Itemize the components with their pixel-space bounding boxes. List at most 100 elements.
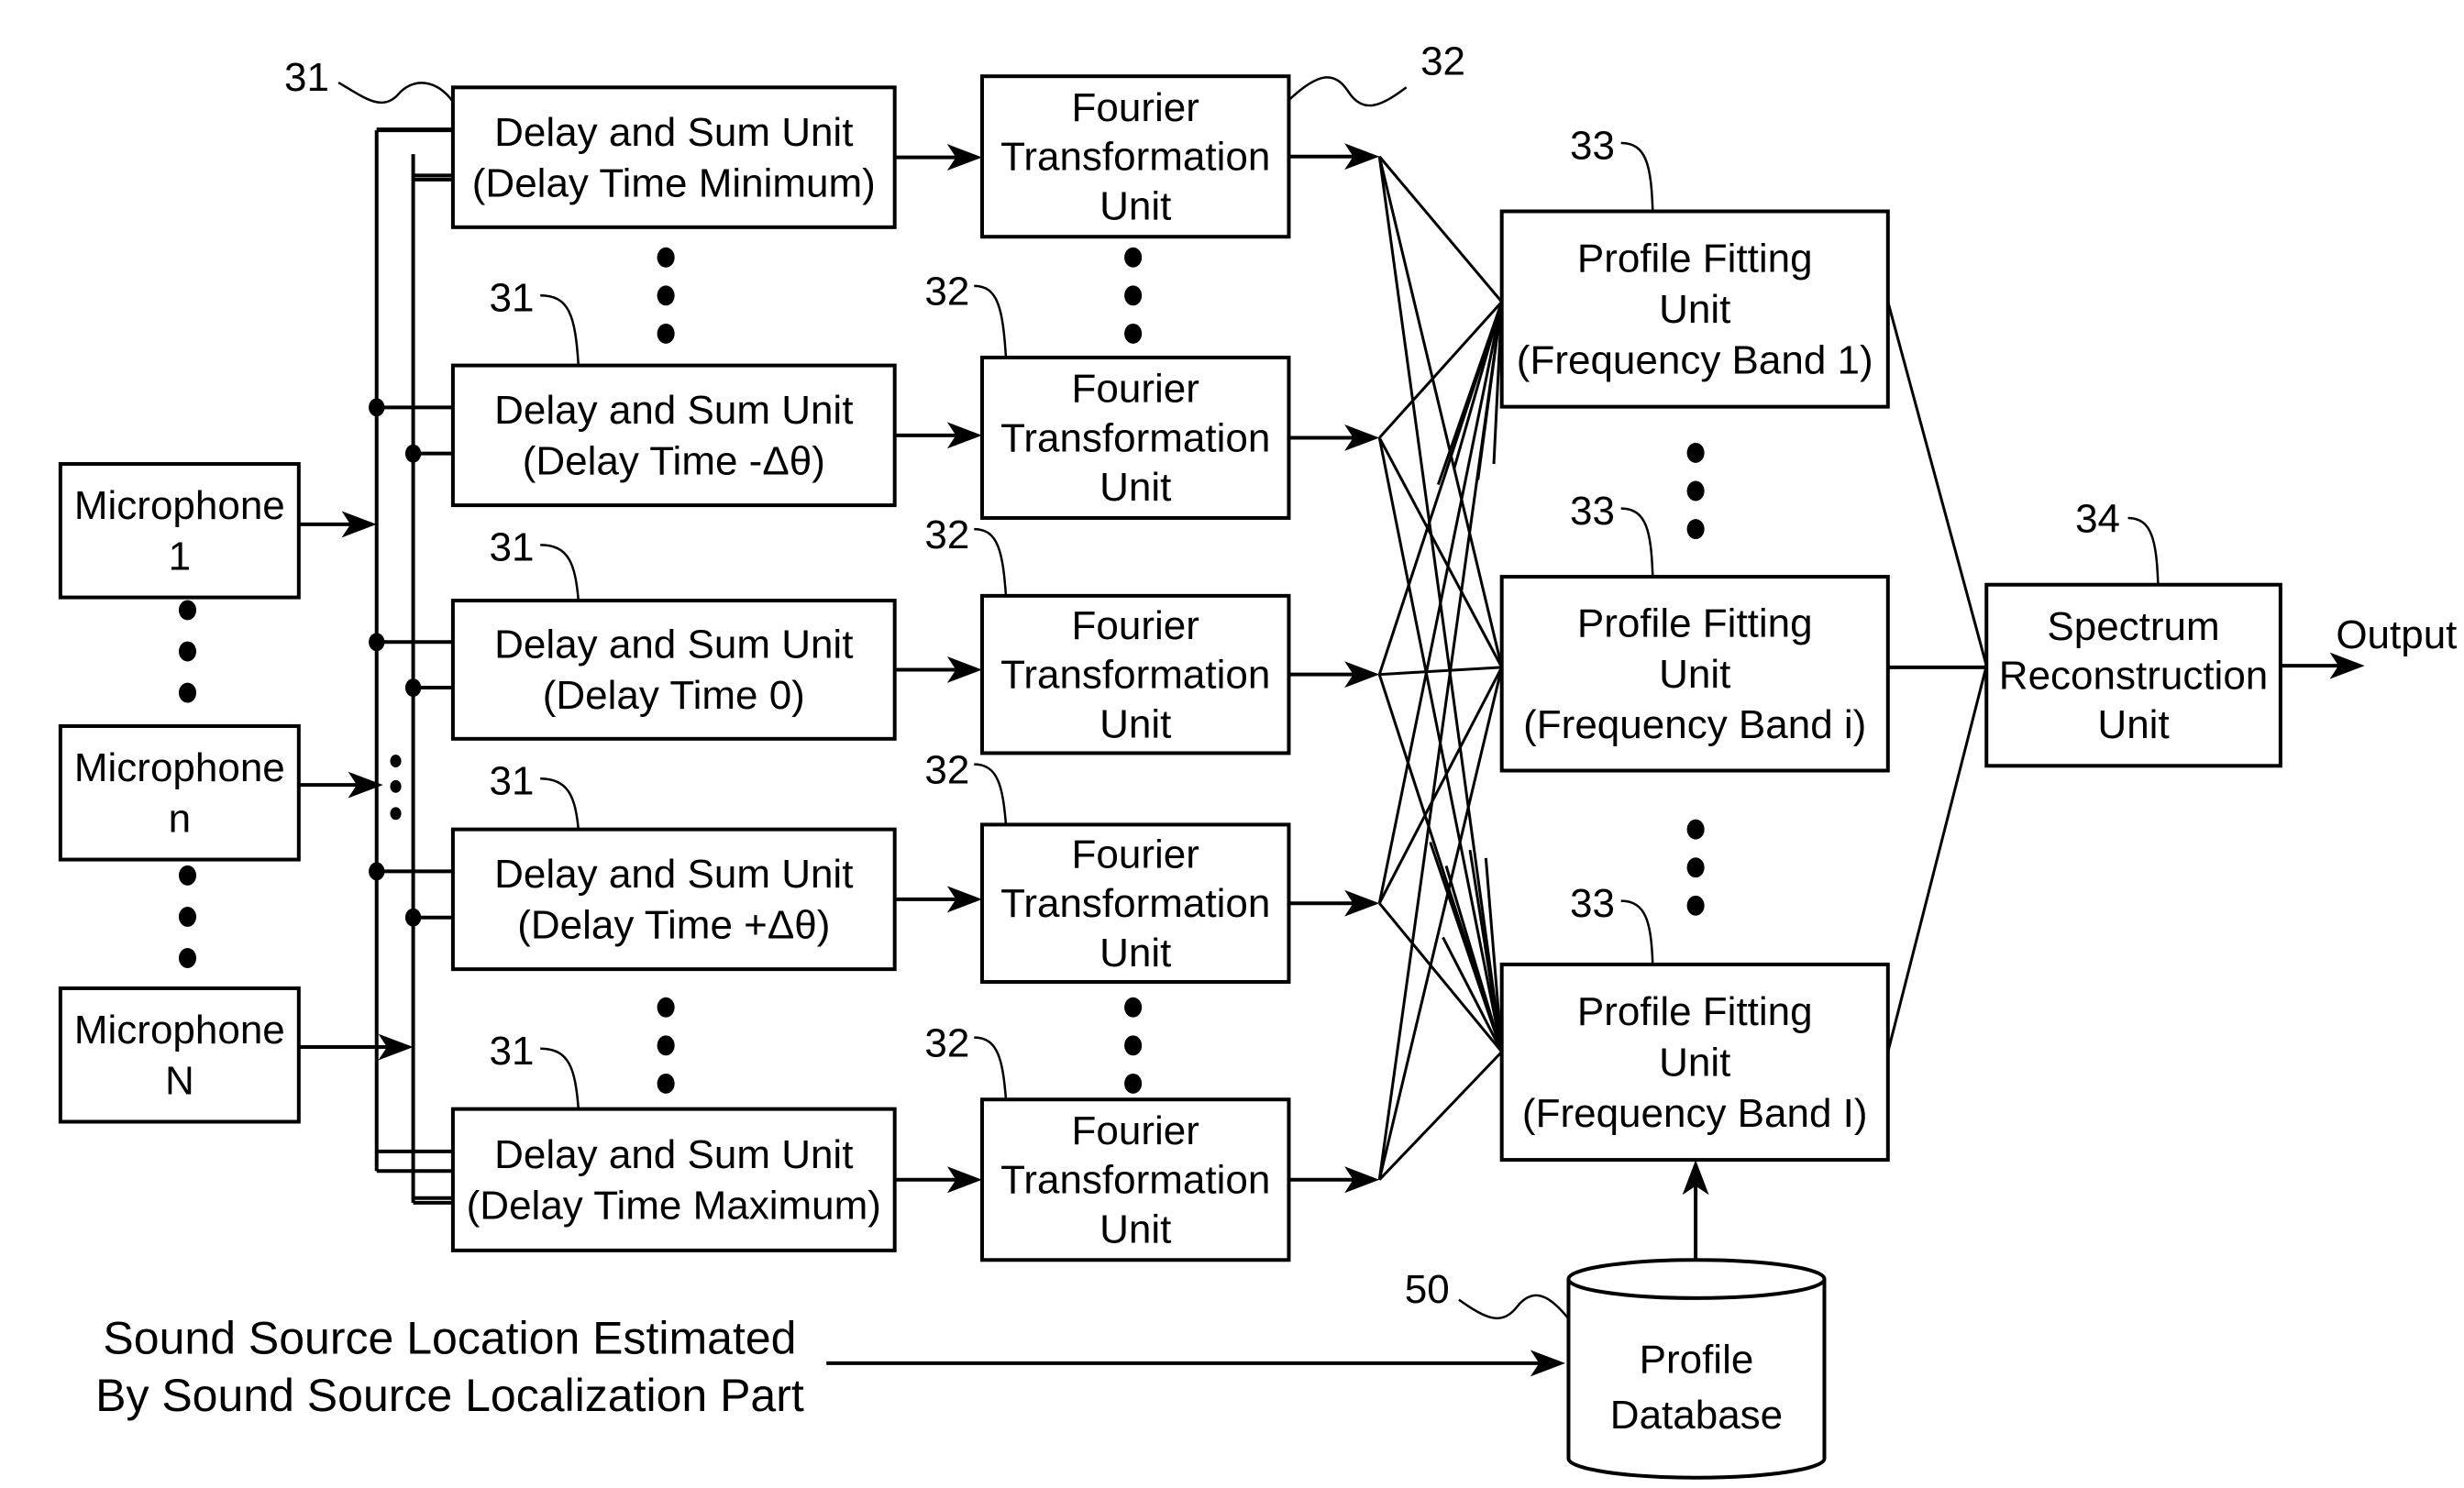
fourier-unit-2: Fourier TransformationUnit xyxy=(979,593,1291,755)
source-location-note-line: Sound Source Location Estimated xyxy=(103,1313,796,1364)
profile-fitting-unit-0-label-line: (Frequency Band 1) xyxy=(1517,337,1873,382)
fourier-unit-0-label-line: Transformation xyxy=(1000,135,1270,180)
delay-sum-unit-3: Delay and Sum Unit (Delay Time +Δθ) xyxy=(450,827,897,972)
fourier-unit-1: FourierTransformation Unit xyxy=(979,355,1291,520)
output-label: Output xyxy=(2336,612,2457,657)
pf-ellipsis xyxy=(1686,857,1705,878)
microphone-ellipsis xyxy=(178,948,197,968)
bus-ellipsis-dot xyxy=(390,807,402,821)
delay-sum-unit-1-frame xyxy=(450,363,897,508)
pf1-to-spectrum xyxy=(1886,301,1988,667)
bus-ellipsis-dot xyxy=(390,779,402,793)
fourier-unit-2-label-line: Fourier xyxy=(1072,603,1199,648)
microphone-ellipsis xyxy=(178,641,197,662)
ds-ellipsis xyxy=(657,247,675,268)
pf-ellipsis xyxy=(1686,519,1705,540)
delay-sum-unit-3-frame xyxy=(450,827,897,972)
fourier-unit-2-label-line: Transformation xyxy=(1000,653,1270,698)
microphone-ellipsis xyxy=(178,600,197,621)
profile-fitting-unit-0: Profile Fitting Unit (Frequency Band 1) xyxy=(1499,209,1890,409)
microphone-N-label-line: Microphone xyxy=(74,1008,285,1053)
junction-dot-right xyxy=(404,444,422,463)
delay-sum-unit-3-label-line: (Delay Time +Δθ) xyxy=(517,903,830,948)
fourier-unit-1-label-line: Fourier xyxy=(1072,367,1199,412)
delay-sum-unit-1-label-line: (Delay Time -Δθ) xyxy=(523,439,825,484)
fan-line-ft0-pf1 xyxy=(1377,156,1504,668)
spectrum-reconstruction-unit-label-line: Spectrum xyxy=(2047,604,2219,649)
profile-fitting-unit-2-label-line: (Frequency Band I) xyxy=(1522,1091,1868,1136)
database-label-line: Profile xyxy=(1640,1337,1754,1382)
pf-ellipsis xyxy=(1686,819,1705,840)
spectrum-reconstruction-unit-label-line: Unit xyxy=(2097,702,2169,747)
leader-32 xyxy=(974,1036,1008,1100)
fourier-unit-0-label-line: Unit xyxy=(1099,183,1171,228)
spectrum-reconstruction-unit-label-line: Reconstruction xyxy=(1999,653,2268,698)
ds-ellipsis xyxy=(657,1073,675,1094)
delay-sum-unit-1: Delay and Sum Unit (Delay Time -Δθ) xyxy=(450,363,897,508)
microphone-ellipsis xyxy=(178,865,197,886)
diagram-nodes: Microphone 1 Microphone n Microphone N Delay a… xyxy=(58,39,2457,1480)
profile-fitting-unit-1: Profile Fitting Unit (Frequency Band i) xyxy=(1499,575,1890,773)
ds-ellipsis xyxy=(657,997,675,1018)
leader-32 xyxy=(974,763,1008,825)
fourier-unit-0-label-line: Fourier xyxy=(1072,85,1199,130)
leader-31 xyxy=(337,82,454,105)
ft-ellipsis xyxy=(1124,1073,1143,1094)
delay-sum-unit-0-label-line: (Delay Time Minimum) xyxy=(472,160,876,205)
fourier-unit-3: Fourier Transformation Unit xyxy=(979,822,1291,984)
leader-31 xyxy=(540,544,580,601)
leader-32 xyxy=(974,284,1008,358)
ref-32: 32 xyxy=(924,1020,969,1065)
database-top xyxy=(1566,1258,1827,1300)
profile-fitting-unit-0-label-line: Profile Fitting xyxy=(1577,237,1813,281)
bus-ellipsis-dot xyxy=(390,755,402,768)
ref-33: 33 xyxy=(1570,123,1615,168)
delay-sum-unit-4-frame xyxy=(450,1107,897,1252)
delay-sum-unit-0: Delay and Sum Unit (Delay Time Minimum) xyxy=(450,85,897,229)
delay-sum-unit-1-label-line: Delay and Sum Unit xyxy=(494,388,853,433)
profile-fitting-unit-1-label-line: (Frequency Band i) xyxy=(1523,702,1866,747)
profile-fitting-unit-0-label-line: Unit xyxy=(1659,287,1730,332)
ref-31: 31 xyxy=(490,759,535,804)
ref-31: 31 xyxy=(490,525,535,570)
leader-34 xyxy=(2127,516,2160,585)
microphone-N: Microphone N xyxy=(58,986,301,1124)
profile-fitting-unit-1-label-line: Unit xyxy=(1659,652,1730,697)
pfI-to-spectrum xyxy=(1886,665,1988,1053)
ft-ellipsis xyxy=(1124,997,1143,1018)
profile-fitting-unit-2: Profile Fitting Unit (Frequency Band I) xyxy=(1499,962,1890,1163)
junction-dot-left xyxy=(369,633,385,652)
source-location-note-line: By Sound Source Localization Part xyxy=(95,1370,804,1421)
fan-line-ft3-pf0 xyxy=(1377,301,1504,904)
ds-ellipsis xyxy=(657,323,675,344)
leader-32 xyxy=(974,527,1008,596)
leader-33 xyxy=(1620,141,1654,212)
ref-34: 34 xyxy=(2075,497,2120,542)
profile-fitting-unit-1-label-line: Profile Fitting xyxy=(1577,601,1813,645)
delay-sum-unit-2-label-line: Delay and Sum Unit xyxy=(494,623,853,667)
microphone-ellipsis xyxy=(178,682,197,703)
delay-sum-unit-0-label-line: Delay and Sum Unit xyxy=(494,110,853,155)
fourier-unit-4: Fourier TransformationUnit xyxy=(979,1097,1291,1262)
ft-ellipsis xyxy=(1124,285,1143,306)
microphone-1-label-line: Microphone xyxy=(74,483,285,528)
database-label-line: Database xyxy=(1610,1393,1783,1438)
fourier-unit-3-label-line: Unit xyxy=(1099,931,1171,975)
leader-33 xyxy=(1620,507,1654,578)
fourier-unit-1-label-line: Transformation xyxy=(1000,415,1270,460)
leader-32 xyxy=(1287,76,1408,107)
fan-line-ft1-pf1 xyxy=(1377,436,1504,668)
profile-database: Profile Database xyxy=(1566,1258,1827,1480)
delay-sum-unit-4: Delay and Sum Unit (Delay Time Maximum) xyxy=(450,1107,897,1252)
fourier-unit-3-label-line: Fourier xyxy=(1072,832,1199,876)
delay-sum-unit-4-label-line: (Delay Time Maximum) xyxy=(467,1183,881,1228)
leader-31 xyxy=(540,777,580,830)
spectrum-reconstruction-unit: SpectrumReconstructionUnit xyxy=(1984,582,2282,768)
ref-33: 33 xyxy=(1570,881,1615,926)
fan-line-ft3-pf1 xyxy=(1377,667,1504,904)
junction-dot-right xyxy=(404,908,422,927)
microphone-N-label-line: N xyxy=(165,1058,194,1103)
ref-31: 31 xyxy=(284,55,329,100)
microphone-1: Microphone 1 xyxy=(58,462,301,600)
microphone-n: Microphone n xyxy=(58,723,301,862)
